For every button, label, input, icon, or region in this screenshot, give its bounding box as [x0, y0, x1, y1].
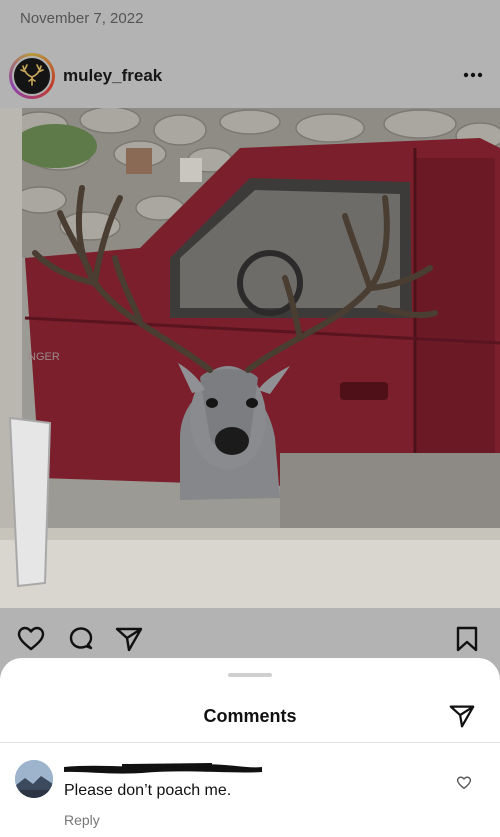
comments-sheet: Comments Please don’t poach me. Reply — [0, 658, 500, 837]
redacted-username — [62, 761, 264, 775]
bookmark-icon[interactable] — [452, 624, 482, 654]
commenter-avatar[interactable] — [15, 760, 53, 798]
deer-photo-illustration: NGER — [0, 108, 500, 608]
share-send-icon[interactable] — [448, 702, 476, 730]
like-heart-icon[interactable] — [16, 624, 46, 654]
sheet-divider — [0, 742, 500, 743]
reply-button[interactable]: Reply — [64, 812, 100, 828]
post-username[interactable]: muley_freak — [63, 66, 162, 86]
sheet-drag-handle[interactable] — [228, 673, 272, 677]
comment-text: Please don’t poach me. — [64, 782, 232, 799]
more-options-icon[interactable] — [460, 62, 486, 88]
comments-title: Comments — [203, 706, 297, 726]
post-photo[interactable]: NGER — [0, 108, 500, 608]
antler-logo-icon — [20, 64, 44, 86]
post-header: muley_freak — [0, 50, 500, 104]
svg-text:NGER: NGER — [28, 351, 60, 363]
comment-like-heart-icon[interactable] — [456, 775, 472, 791]
post-actions-bar — [0, 620, 500, 656]
post-date: November 7, 2022 — [20, 10, 144, 27]
profile-avatar[interactable] — [9, 53, 55, 99]
send-icon[interactable] — [114, 624, 144, 654]
comment-icon[interactable] — [66, 624, 96, 654]
